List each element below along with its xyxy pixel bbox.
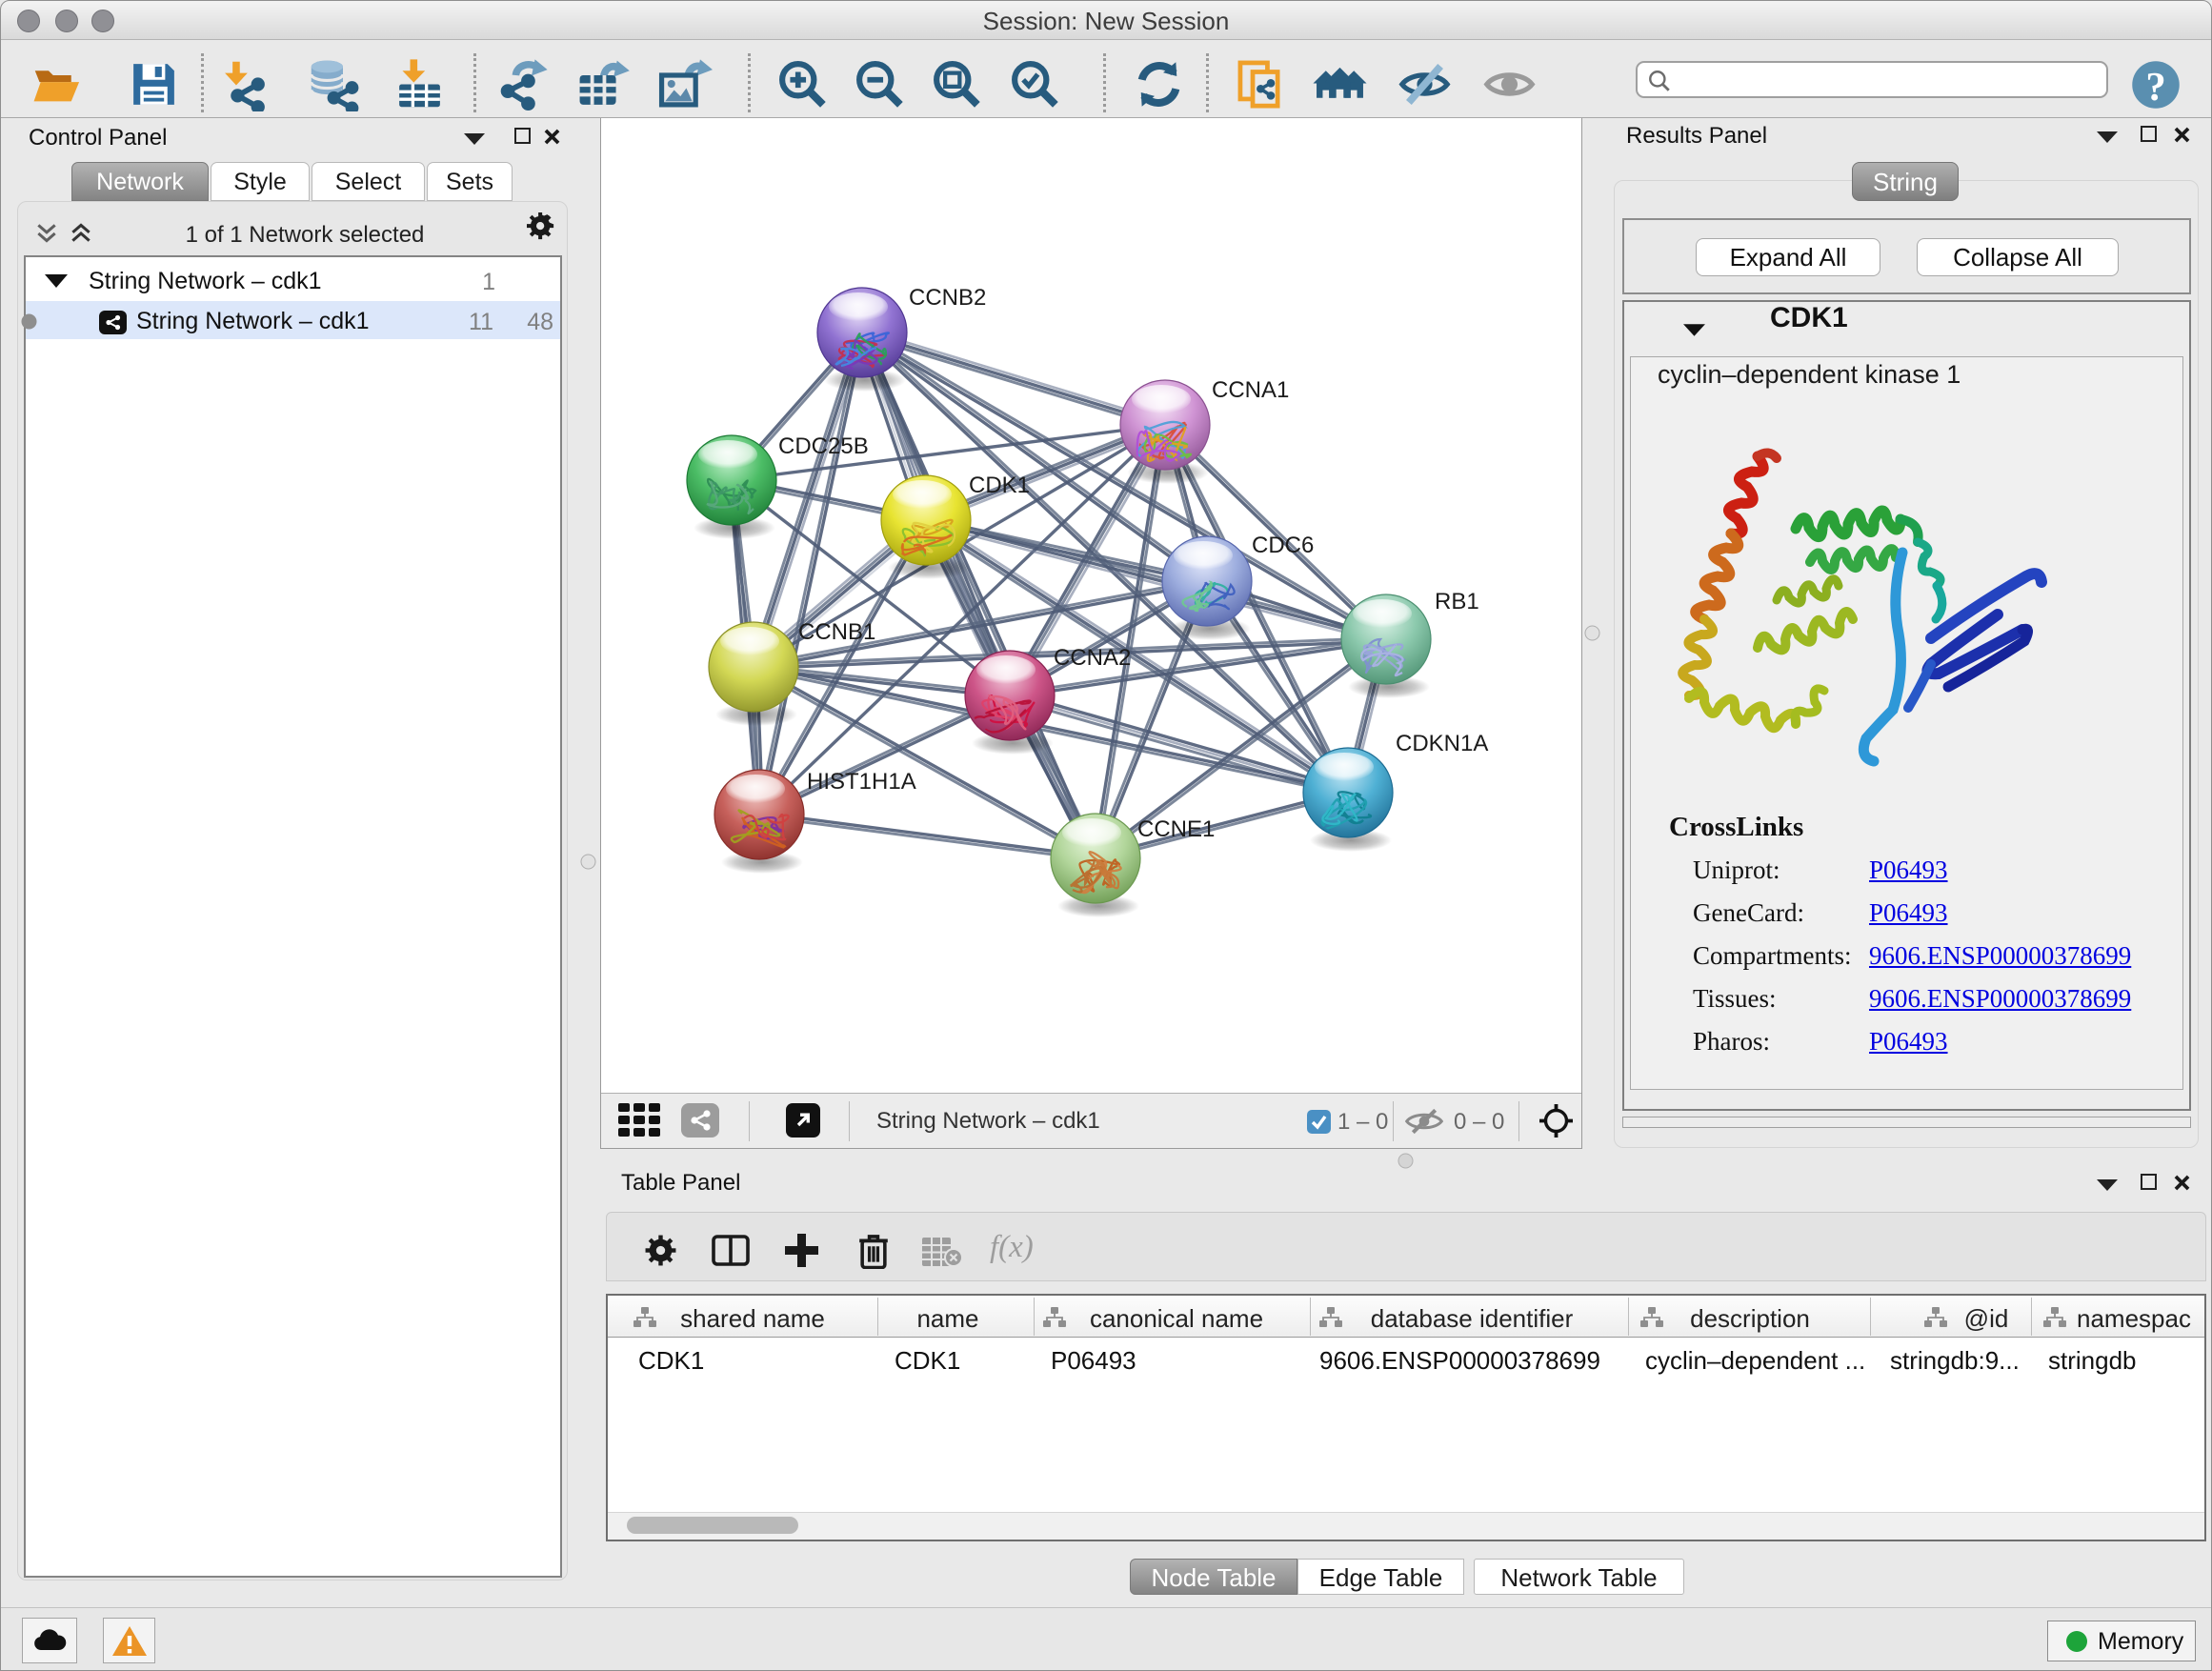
svg-text:CDK1: CDK1: [969, 473, 1030, 498]
svg-text:CDC6: CDC6: [1252, 533, 1314, 558]
svg-text:RB1: RB1: [1435, 589, 1479, 614]
svg-text:CCNE1: CCNE1: [1137, 816, 1215, 842]
svg-text:?: ?: [2145, 65, 2165, 110]
svg-text:CDKN1A: CDKN1A: [1396, 731, 1488, 756]
svg-text:CCNB1: CCNB1: [798, 619, 875, 645]
svg-text:CCNB2: CCNB2: [909, 285, 986, 311]
svg-text:CCNA1: CCNA1: [1212, 377, 1289, 403]
svg-text:CDC25B: CDC25B: [778, 433, 869, 459]
svg-text:CCNA2: CCNA2: [1054, 645, 1131, 671]
svg-text:HIST1H1A: HIST1H1A: [807, 769, 916, 795]
